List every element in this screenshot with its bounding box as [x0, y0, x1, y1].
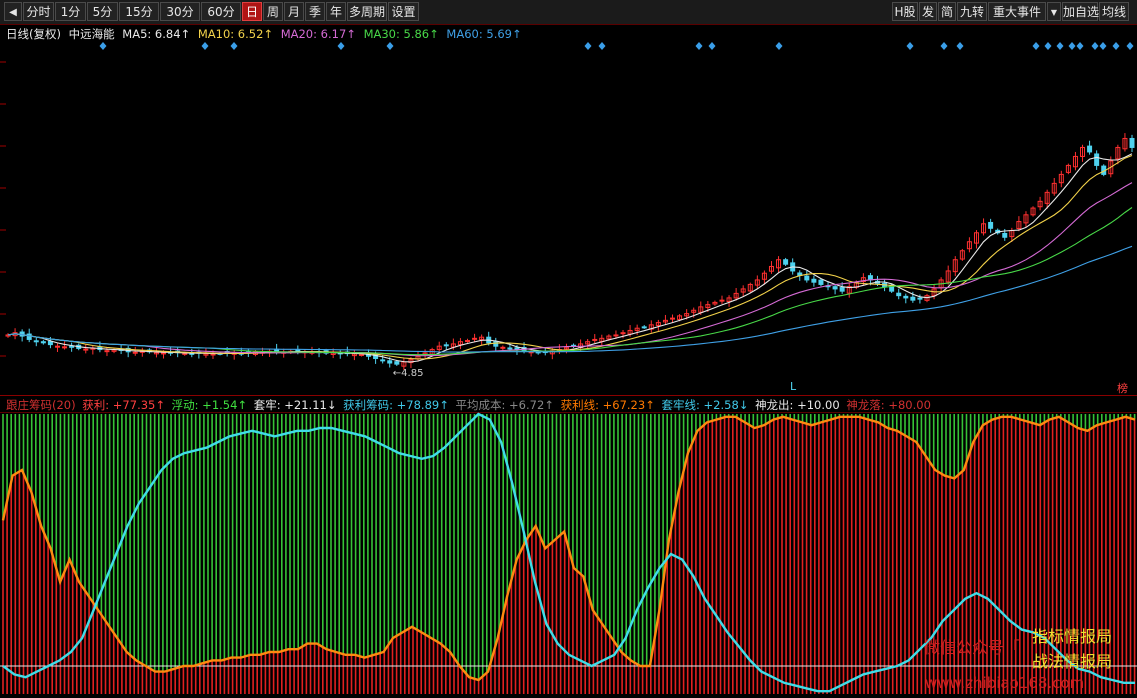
- signal-diamond: [1056, 42, 1064, 50]
- candle-body: [132, 351, 138, 354]
- signal-diamond: [598, 42, 606, 50]
- ma60-line: [7, 245, 1133, 353]
- candle-body: [394, 361, 400, 365]
- dragon-out-value: 神龙出: +10.00: [755, 398, 840, 412]
- candle-body: [358, 353, 364, 356]
- avg-cost-value: 平均成本: +6.72↑: [455, 398, 554, 412]
- candle-body: [903, 295, 909, 299]
- candle-body: [670, 317, 676, 320]
- candle-body: [1094, 153, 1100, 166]
- candle-body: [380, 359, 386, 362]
- signal-diamond: [775, 42, 783, 50]
- candle-body: [818, 279, 824, 285]
- signal-diamond: [230, 42, 238, 50]
- candle-body: [33, 340, 39, 343]
- ma10-line: [7, 154, 1133, 360]
- signal-diamond: [337, 42, 345, 50]
- signal-diamond: [386, 42, 394, 50]
- candle-body: [783, 259, 789, 265]
- candle-body: [40, 341, 46, 344]
- candle-body: [620, 332, 626, 335]
- profit-line-value: 获利线: +67.23↑: [560, 398, 655, 412]
- ma30-line: [7, 207, 1133, 356]
- watermark-line2: 战法情报局: [1032, 652, 1113, 671]
- candle-body: [472, 337, 478, 340]
- dragon-fall-value: 神龙落: +80.00: [846, 398, 931, 412]
- candle-body: [69, 345, 75, 348]
- signal-diamond: [1044, 42, 1052, 50]
- candle-body: [917, 297, 923, 300]
- candle-body: [811, 278, 817, 283]
- low-price-label: ←4.85: [393, 368, 424, 379]
- candle-body: [83, 348, 89, 351]
- candle-body: [1129, 137, 1135, 148]
- candle-body: [443, 344, 449, 347]
- signal-diamond: [695, 42, 703, 50]
- watermark-line1-right: 指标情报局: [1032, 627, 1113, 646]
- candle-body: [832, 286, 838, 290]
- candle-body: [500, 346, 506, 349]
- signal-diamond: [956, 42, 964, 50]
- profit-chips-value: 获利筹码: +78.89↑: [343, 398, 449, 412]
- trapped-value: 套牢: +21.11↓: [253, 398, 337, 412]
- candle-body: [910, 296, 916, 301]
- candle-body: [47, 340, 53, 346]
- sub-chart-header: 跟庄筹码(20) 获利: +77.35↑ 浮动: +1.54↑ 套牢: +21.…: [6, 397, 934, 413]
- candle-body: [493, 340, 499, 347]
- candle-body: [26, 333, 32, 340]
- candle-body: [464, 340, 470, 343]
- signal-diamond: [1068, 42, 1076, 50]
- watermark-url: www.zhibiao168.com: [925, 674, 1085, 692]
- signal-diamond: [940, 42, 948, 50]
- signal-diamond: [708, 42, 716, 50]
- signal-diamond: [1076, 42, 1084, 50]
- signal-diamond: [1126, 42, 1134, 50]
- signal-diamond: [1032, 42, 1040, 50]
- candle-body: [387, 360, 393, 364]
- indicator-title: 跟庄筹码(20): [6, 398, 76, 412]
- candle-body: [839, 287, 845, 292]
- candle-body: [104, 350, 110, 353]
- candle-body: [210, 353, 216, 356]
- ma5-line: [7, 153, 1133, 363]
- signal-diamond: [584, 42, 592, 50]
- candle-body: [1087, 145, 1093, 153]
- watermark-line1-left: 微信公众号「: [924, 638, 1021, 657]
- candle-body: [295, 349, 301, 352]
- chart-canvas[interactable]: ←4.85 L 榜: [0, 0, 1137, 698]
- candle-body: [719, 299, 725, 302]
- candle-body: [613, 334, 619, 337]
- signal-diamond: [99, 42, 107, 50]
- candle-body: [641, 326, 647, 329]
- candle-body: [507, 347, 513, 350]
- candle-body: [62, 346, 68, 349]
- profit-value: 获利: +77.35↑: [82, 398, 165, 412]
- signal-diamond: [906, 42, 914, 50]
- candle-body: [592, 338, 598, 341]
- marker-rank: 榜: [1117, 381, 1128, 395]
- candle-body: [804, 275, 810, 281]
- float-value: 浮动: +1.54↑: [171, 398, 248, 412]
- candle-body: [988, 221, 994, 229]
- candle-body: [182, 352, 188, 355]
- candle-body: [896, 292, 902, 297]
- signal-diamond: [1091, 42, 1099, 50]
- marker-L: L: [790, 380, 797, 393]
- signal-diamond: [1112, 42, 1120, 50]
- candle-body: [1002, 232, 1008, 238]
- candle-body: [54, 345, 60, 348]
- trap-line-value: 套牢线: +2.58↓: [661, 398, 749, 412]
- signal-diamond: [201, 42, 209, 50]
- candle-body: [161, 352, 167, 355]
- signal-diamond: [1099, 42, 1107, 50]
